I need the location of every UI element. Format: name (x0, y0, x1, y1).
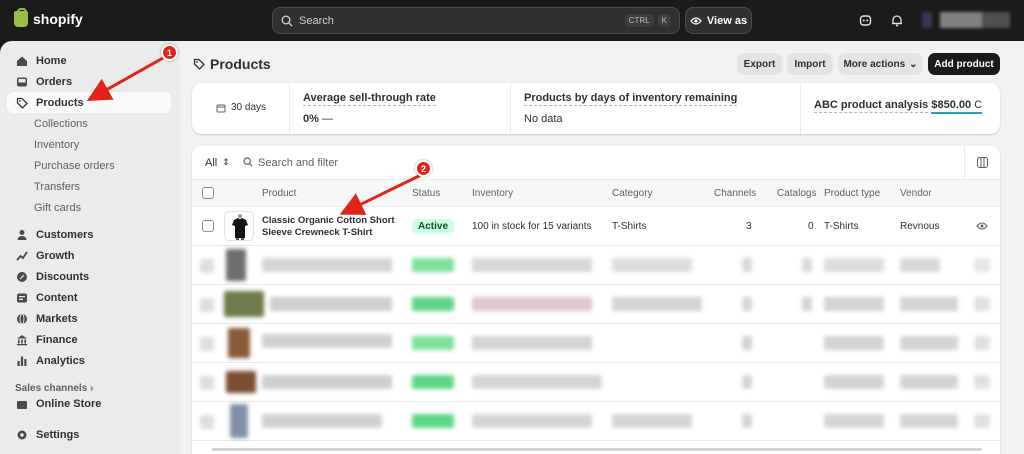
arrow-1 (86, 56, 164, 101)
arrow-2 (339, 173, 422, 215)
annotation-badge-1: 1 (161, 44, 178, 61)
annotation-arrows (86, 56, 422, 215)
annotation-badge-2: 2 (415, 160, 432, 177)
